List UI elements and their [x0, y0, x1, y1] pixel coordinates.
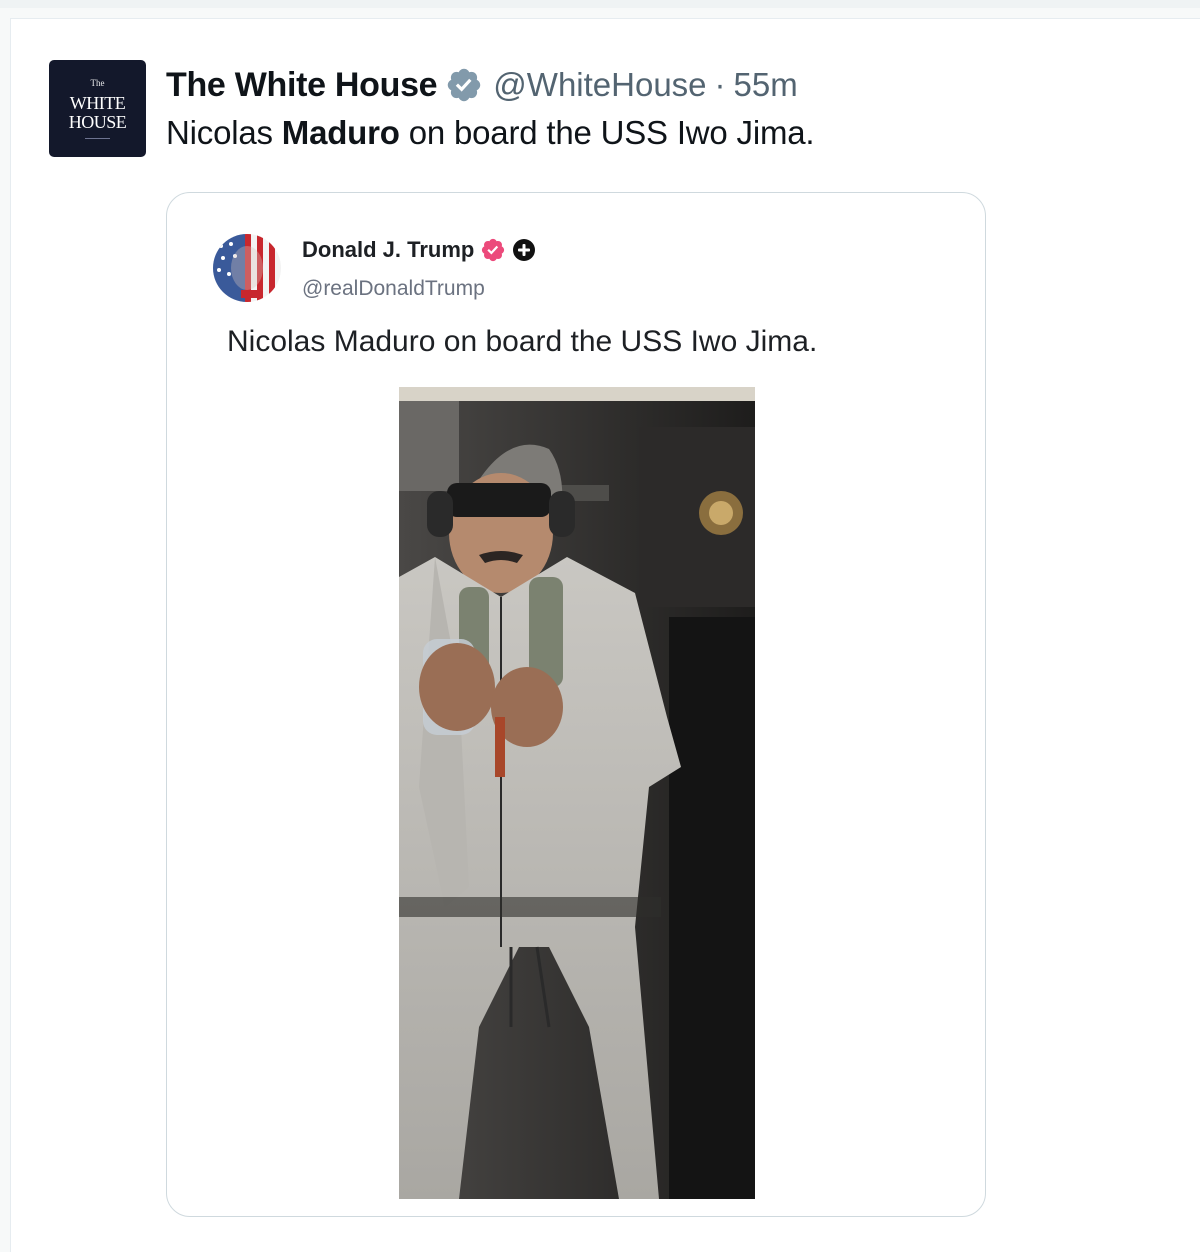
- quoted-post-text: Nicolas Maduro on board the USS Iwo Jima…: [227, 325, 818, 358]
- quoted-header: Donald J. Trump: [302, 237, 536, 263]
- avatar-text-house: HOUSE: [68, 112, 127, 132]
- avatar-text-the: The: [90, 78, 105, 88]
- white-house-avatar[interactable]: The WHITE HOUSE: [49, 60, 146, 157]
- quoted-author-handle[interactable]: @realDonaldTrump: [302, 277, 485, 301]
- verified-badge-icon[interactable]: [445, 66, 483, 104]
- trump-avatar[interactable]: [213, 234, 281, 302]
- tweet-text: Nicolas Maduro on board the USS Iwo Jima…: [166, 114, 815, 152]
- top-bar: [0, 0, 1200, 8]
- avatar-rule: [85, 138, 110, 139]
- author-handle[interactable]: @WhiteHouse: [493, 66, 706, 104]
- tweet-text-post: on board the USS Iwo Jima.: [399, 114, 815, 151]
- quoted-author-name[interactable]: Donald J. Trump: [302, 237, 474, 263]
- verified-badge-icon: [482, 238, 505, 262]
- tweet-text-bold: Maduro: [281, 114, 400, 151]
- flag-face-avatar-image: [213, 234, 281, 302]
- photo-illustration: [399, 387, 755, 1199]
- tweet-text-pre: Nicolas: [166, 114, 282, 151]
- quoted-post-card[interactable]: Donald J. Trump @realDonaldTrump Nicolas…: [166, 192, 986, 1217]
- tweet-header: The White House @WhiteHouse · 55m: [166, 62, 798, 108]
- author-name[interactable]: The White House: [166, 66, 438, 105]
- plus-badge-icon: [513, 239, 536, 261]
- post-time[interactable]: 55m: [734, 66, 798, 104]
- avatar-text-white: WHITE: [69, 93, 126, 113]
- quoted-post-photo[interactable]: [399, 387, 755, 1199]
- header-separator: ·: [714, 66, 726, 103]
